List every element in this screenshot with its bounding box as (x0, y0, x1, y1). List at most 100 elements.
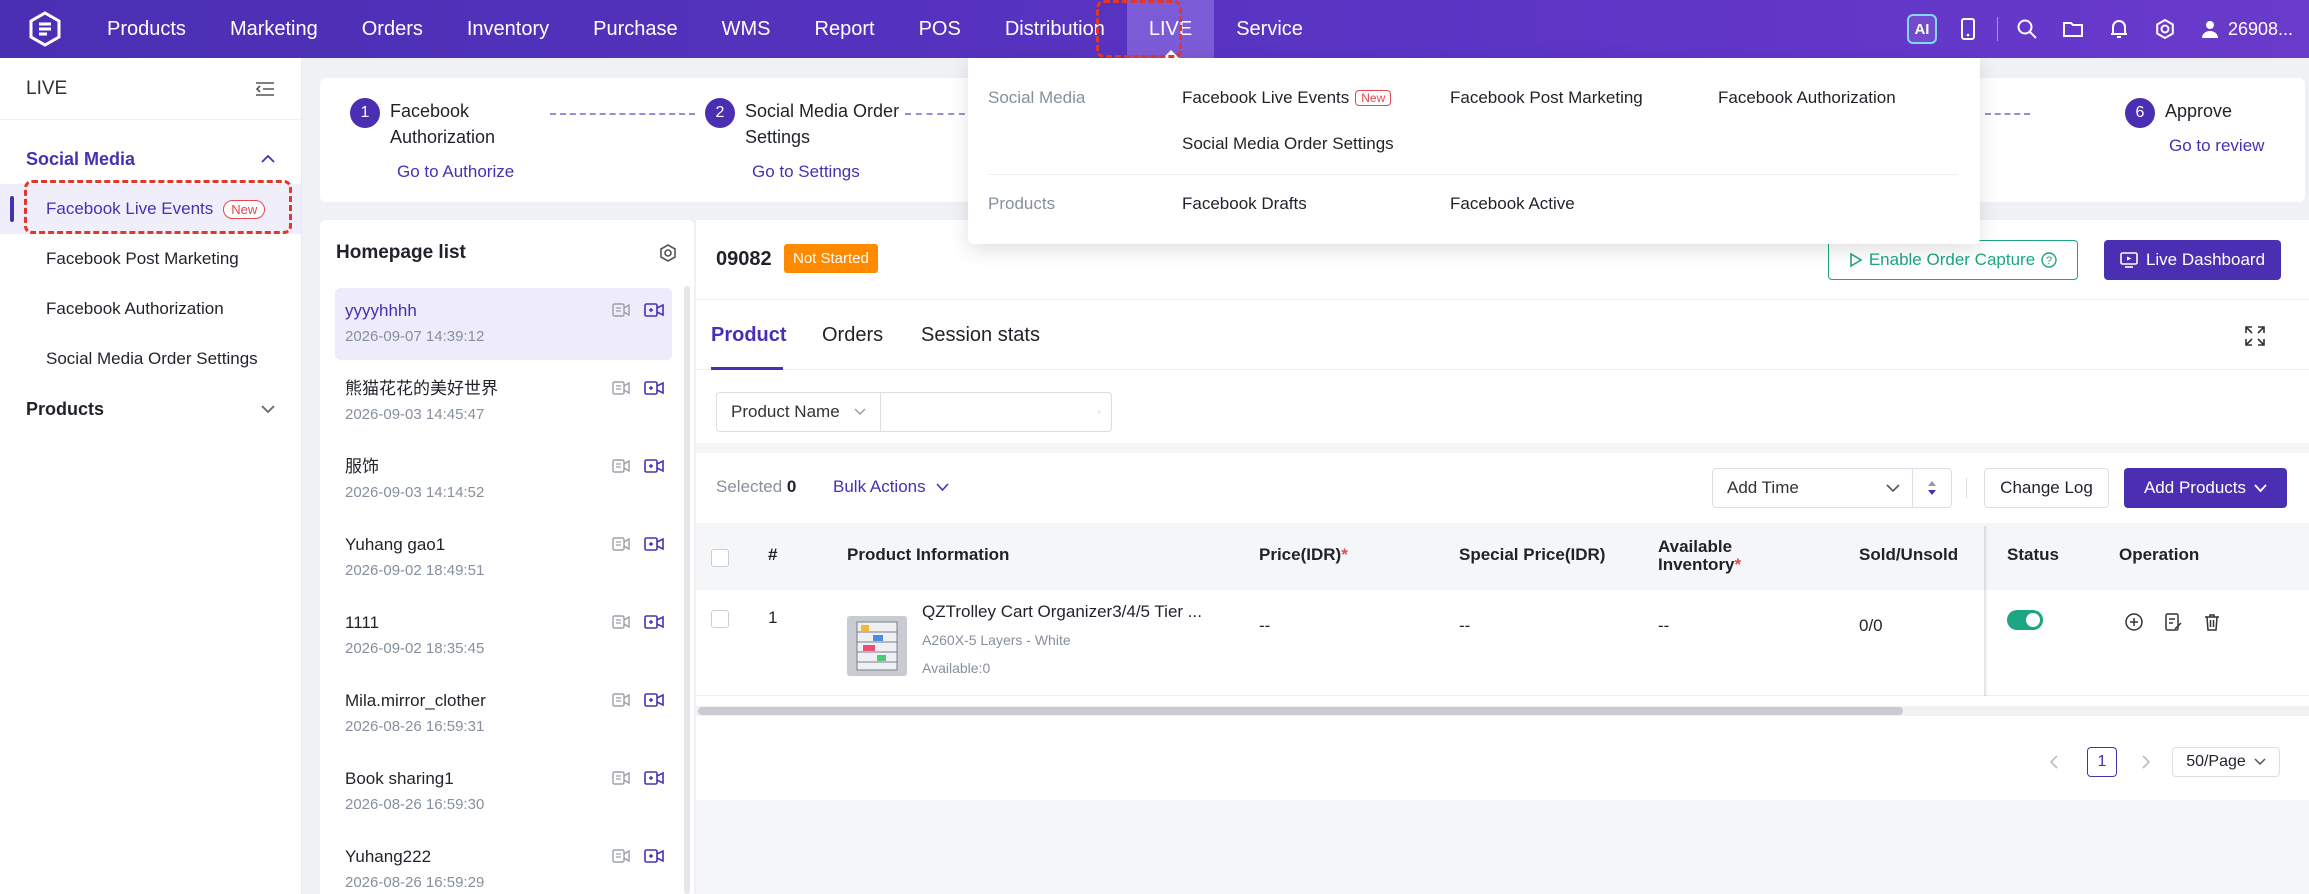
sidebar-group-products[interactable]: Products (0, 384, 301, 434)
product-thumbnail[interactable] (847, 616, 907, 676)
trash-icon[interactable] (2202, 612, 2222, 632)
sort-select[interactable]: Add Time (1712, 468, 1952, 508)
chevron-right-icon[interactable] (2141, 754, 2151, 770)
edit-icon[interactable] (2163, 612, 2183, 632)
list-item[interactable]: 1111 2026-09-02 18:35:45 (335, 600, 672, 672)
menu-link-facebook-post-marketing[interactable]: Facebook Post Marketing (1450, 88, 1643, 108)
bulk-actions-dropdown[interactable]: Bulk Actions (833, 477, 949, 497)
sidebar-item-label: Facebook Post Marketing (46, 249, 239, 268)
live-video-icon[interactable] (644, 848, 664, 864)
video-list-icon[interactable] (612, 302, 630, 318)
sidebar-item-facebook-live-events[interactable]: Facebook Live Events New (0, 184, 301, 234)
bell-icon[interactable] (2096, 0, 2142, 58)
help-icon[interactable]: ? (2041, 252, 2057, 268)
video-list-icon[interactable] (612, 458, 630, 474)
tab-session-stats[interactable]: Session stats (921, 324, 1040, 347)
nav-wms[interactable]: WMS (700, 0, 793, 58)
row-price[interactable]: -- (1259, 616, 1270, 636)
menu-link-facebook-drafts[interactable]: Facebook Drafts (1182, 194, 1307, 214)
video-list-icon[interactable] (612, 614, 630, 630)
table-horizontal-scrollbar[interactable] (696, 706, 2309, 716)
nav-marketing[interactable]: Marketing (208, 0, 340, 58)
list-item[interactable]: 熊猫花花的美好世界 2026-09-03 14:45:47 (335, 366, 672, 438)
live-video-icon[interactable] (644, 536, 664, 552)
video-list-icon[interactable] (612, 770, 630, 786)
live-video-icon[interactable] (644, 458, 664, 474)
enable-order-capture-label: Enable Order Capture (1868, 250, 2036, 269)
homepage-list-scrollbar[interactable] (684, 286, 690, 894)
live-dashboard-button[interactable]: Live Dashboard (2104, 240, 2281, 280)
change-log-button[interactable]: Change Log (1984, 468, 2109, 508)
video-list-icon[interactable] (612, 536, 630, 552)
live-video-icon[interactable] (644, 614, 664, 630)
live-video-icon[interactable] (644, 770, 664, 786)
list-item[interactable]: Book sharing1 2026-08-26 16:59:30 (335, 756, 672, 828)
row-inventory[interactable]: -- (1658, 616, 1669, 636)
step-connector (905, 113, 965, 115)
menu-link-facebook-active[interactable]: Facebook Active (1450, 194, 1575, 214)
enable-order-capture-button[interactable]: Enable Order Capture ? (1828, 240, 2078, 280)
select-all-checkbox[interactable] (711, 549, 729, 567)
list-item[interactable]: Yuhang gao1 2026-09-02 18:49:51 (335, 522, 672, 594)
product-name[interactable]: QZTrolley Cart Organizer3/4/5 Tier ... (922, 602, 1202, 622)
ai-button[interactable]: AI (1899, 0, 1945, 58)
add-circle-icon[interactable] (2124, 612, 2144, 632)
live-video-icon[interactable] (644, 380, 664, 396)
go-to-settings-link[interactable]: Go to Settings (752, 162, 860, 182)
nav-service[interactable]: Service (1214, 0, 1325, 58)
sort-dropdown[interactable] (1873, 469, 1913, 507)
search-input[interactable] (881, 394, 1098, 430)
gear-icon[interactable] (658, 243, 678, 263)
app-logo[interactable] (25, 9, 65, 49)
list-item[interactable]: 服饰 2026-09-03 14:14:52 (335, 444, 672, 516)
chevron-left-icon[interactable] (2049, 754, 2059, 770)
sidebar-item-social-media-order-settings[interactable]: Social Media Order Settings (0, 334, 301, 384)
fullscreen-icon[interactable] (2244, 325, 2266, 347)
list-item[interactable]: yyyyhhhh 2026-09-07 14:39:12 (335, 288, 672, 360)
folder-icon[interactable] (2050, 0, 2096, 58)
top-navbar: Products Marketing Orders Inventory Purc… (0, 0, 2309, 58)
nav-purchase[interactable]: Purchase (571, 0, 700, 58)
row-special-price[interactable]: -- (1459, 616, 1470, 636)
menu-link-social-media-order-settings[interactable]: Social Media Order Settings (1182, 134, 1394, 154)
sidebar-item-facebook-post-marketing[interactable]: Facebook Post Marketing (0, 234, 301, 284)
gear-icon[interactable] (2142, 0, 2188, 58)
video-list-icon[interactable] (612, 692, 630, 708)
search-icon[interactable] (2004, 0, 2050, 58)
mobile-icon[interactable] (1945, 0, 1991, 58)
step-2: 2 Social Media Order Settings (705, 98, 899, 150)
nav-report[interactable]: Report (793, 0, 897, 58)
video-list-icon[interactable] (612, 848, 630, 864)
live-video-icon[interactable] (644, 692, 664, 708)
tab-product[interactable]: Product (711, 324, 787, 347)
nav-distribution[interactable]: Distribution (983, 0, 1127, 58)
list-item[interactable]: Yuhang222 2026-08-26 16:59:29 (335, 834, 672, 894)
sidebar-item-facebook-authorization[interactable]: Facebook Authorization (0, 284, 301, 334)
nav-live[interactable]: LIVE (1126, 0, 1215, 58)
menu-link-facebook-live-events[interactable]: Facebook Live Events New (1182, 88, 1392, 108)
nav-pos[interactable]: POS (897, 0, 983, 58)
tab-orders[interactable]: Orders (822, 324, 883, 347)
user-menu[interactable]: 26908... (2188, 19, 2309, 40)
sort-order-toggle[interactable] (1913, 480, 1951, 496)
nav-products[interactable]: Products (85, 0, 208, 58)
search-icon[interactable] (1098, 404, 1101, 420)
scrollbar-thumb[interactable] (698, 707, 1903, 715)
go-to-review-link[interactable]: Go to review (2169, 136, 2264, 156)
collapse-menu-icon[interactable] (255, 81, 275, 97)
page-size-select[interactable]: 50/Page (2172, 747, 2280, 777)
add-products-button[interactable]: Add Products (2124, 468, 2287, 508)
live-video-icon[interactable] (644, 302, 664, 318)
row-checkbox[interactable] (711, 610, 729, 628)
status-toggle[interactable] (2007, 610, 2043, 630)
filter-field-select[interactable]: Product Name (716, 392, 881, 432)
list-item[interactable]: Mila.mirror_clother 2026-08-26 16:59:31 (335, 678, 672, 750)
menu-link-facebook-authorization[interactable]: Facebook Authorization (1718, 88, 1896, 108)
video-list-icon[interactable] (612, 380, 630, 396)
go-to-authorize-link[interactable]: Go to Authorize (397, 162, 514, 182)
page-number-current[interactable]: 1 (2087, 747, 2117, 777)
nav-orders[interactable]: Orders (340, 0, 445, 58)
sidebar-group-social-media[interactable]: Social Media (0, 134, 301, 184)
nav-inventory[interactable]: Inventory (445, 0, 571, 58)
user-icon (2201, 21, 2218, 38)
